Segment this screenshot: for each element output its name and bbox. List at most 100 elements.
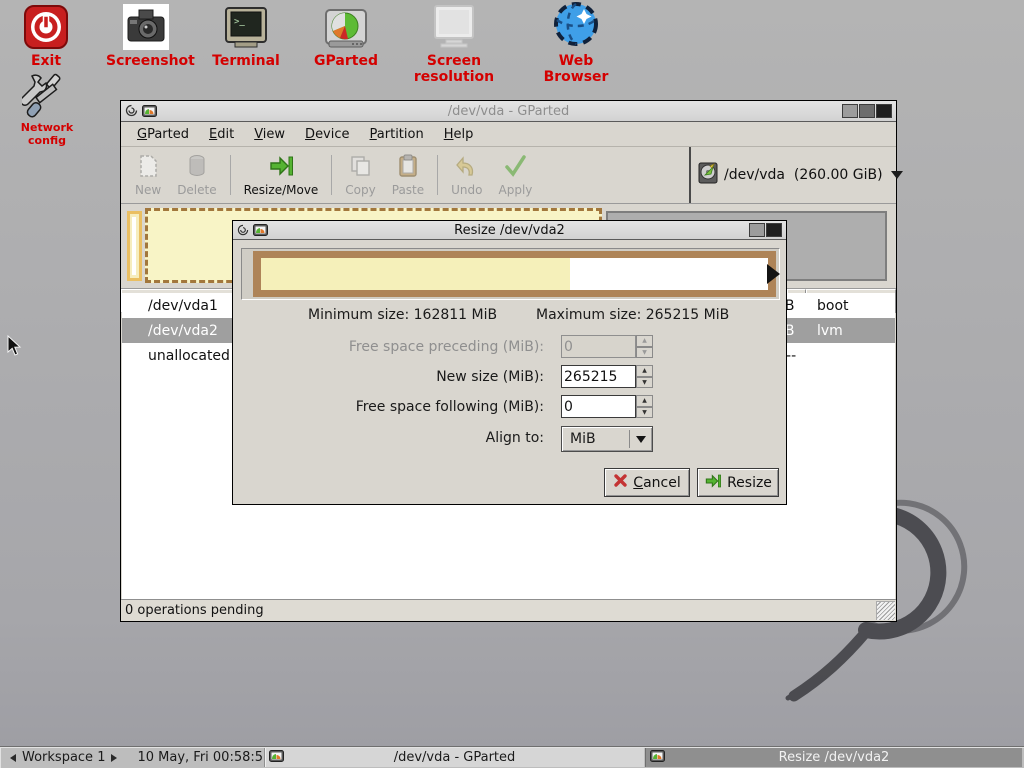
new-button[interactable]: New bbox=[127, 147, 169, 203]
desktop-icon-label: Screen resolution bbox=[388, 53, 520, 85]
desktop-icon-gparted[interactable]: GParted bbox=[308, 2, 384, 69]
paste-button[interactable]: Paste bbox=[384, 147, 432, 203]
free-space-following-row: Free space following (MiB): ▲▼ bbox=[233, 395, 786, 419]
device-path: /dev/vda bbox=[724, 167, 785, 183]
minimize-button[interactable] bbox=[842, 104, 858, 118]
partition-flags: lvm bbox=[807, 323, 895, 339]
align-to-dropdown[interactable]: MiB bbox=[561, 426, 653, 452]
new-size-row: New size (MiB): ▲▼ bbox=[233, 365, 786, 389]
menu-help[interactable]: Help bbox=[434, 123, 484, 146]
undo-icon bbox=[456, 154, 478, 181]
menu-gparted[interactable]: GParted bbox=[127, 123, 199, 146]
resize-button[interactable]: Resize bbox=[697, 468, 779, 497]
toolbar-separator bbox=[331, 155, 332, 195]
chevron-down-icon[interactable] bbox=[891, 171, 903, 185]
resize-label: Resize bbox=[727, 475, 772, 491]
power-icon bbox=[17, 2, 75, 50]
desktop-icon-label: Exit bbox=[17, 53, 75, 69]
resize-move-icon bbox=[268, 154, 294, 181]
apply-button[interactable]: Apply bbox=[491, 147, 541, 203]
resize-grip[interactable] bbox=[876, 601, 895, 620]
toolbar-label: New bbox=[135, 183, 161, 197]
new-size-input[interactable] bbox=[561, 365, 636, 388]
used-space-bar bbox=[261, 258, 570, 290]
cancel-button[interactable]: Cancel bbox=[604, 468, 690, 497]
align-to-value: MiB bbox=[562, 431, 629, 447]
menu-device[interactable]: Device bbox=[295, 123, 359, 146]
toolbar-separator bbox=[230, 155, 231, 195]
device-size: (260.00 GiB) bbox=[794, 167, 883, 183]
desktop-icon-exit[interactable]: Exit bbox=[17, 2, 75, 69]
menu-view[interactable]: View bbox=[244, 123, 295, 146]
delete-button[interactable]: Delete bbox=[169, 147, 224, 203]
dialog-title: Resize /dev/vda2 bbox=[233, 223, 786, 238]
resize-arrow-icon bbox=[704, 473, 722, 493]
resize-dialog: Resize /dev/vda2 Minimum size: 162811 Mi… bbox=[232, 220, 787, 505]
spin-down-icon[interactable]: ▼ bbox=[636, 377, 653, 389]
free-space-following-input[interactable] bbox=[561, 395, 636, 418]
workspace-label[interactable]: Workspace 1 bbox=[22, 750, 105, 765]
clock: 10 May, Fri 00:58:55 bbox=[137, 750, 271, 765]
cancel-label: Cancel bbox=[633, 475, 680, 491]
minimum-size-label: Minimum size: 162811 MiB bbox=[308, 307, 497, 323]
close-button[interactable] bbox=[876, 104, 892, 118]
desktop-icon-label: Web Browser bbox=[524, 53, 628, 85]
gparted-titlebar[interactable]: /dev/vda - GParted bbox=[121, 101, 896, 122]
desktop-icon-label: Terminal bbox=[208, 53, 284, 69]
desktop-icon-screenshot[interactable]: Screenshot bbox=[106, 2, 186, 69]
spin-down-icon[interactable]: ▼ bbox=[636, 407, 653, 419]
new-partition-icon bbox=[137, 154, 159, 181]
resize-handle-icon[interactable] bbox=[767, 264, 780, 284]
spin-up-icon[interactable]: ▲ bbox=[636, 365, 653, 377]
window-menu-icon[interactable] bbox=[125, 102, 138, 121]
free-space-following-label: Free space following (MiB): bbox=[356, 395, 544, 419]
undo-button[interactable]: Undo bbox=[443, 147, 490, 203]
monitor-icon bbox=[388, 2, 520, 50]
combo-separator bbox=[629, 430, 630, 448]
workspace-next-icon[interactable] bbox=[111, 754, 121, 762]
menu-partition[interactable]: Partition bbox=[360, 123, 434, 146]
spin-up-icon[interactable]: ▲ bbox=[636, 335, 653, 347]
task-button-resize-dialog[interactable]: Resize /dev/vda2 bbox=[645, 748, 1022, 767]
dialog-titlebar[interactable]: Resize /dev/vda2 bbox=[233, 221, 786, 240]
toolbar: New Delete Resize/Move Copy Paste Undo A… bbox=[121, 147, 896, 204]
spin-down-icon[interactable]: ▼ bbox=[636, 347, 653, 359]
maximize-button[interactable] bbox=[749, 223, 765, 237]
copy-button[interactable]: Copy bbox=[337, 147, 383, 203]
resize-move-button[interactable]: Resize/Move bbox=[236, 147, 327, 203]
close-button[interactable] bbox=[766, 223, 782, 237]
globe-icon bbox=[524, 2, 628, 50]
device-selector[interactable]: /dev/vda (260.00 GiB) bbox=[689, 147, 896, 203]
toolbar-label: Copy bbox=[345, 183, 375, 197]
resize-slider-frame bbox=[253, 251, 776, 297]
workspace-prev-icon[interactable] bbox=[6, 754, 16, 762]
device-drive-icon bbox=[697, 161, 719, 189]
toolbar-label: Resize/Move bbox=[244, 183, 319, 197]
task-button-gparted[interactable]: /dev/vda - GParted bbox=[264, 748, 644, 767]
desktop-icon-web-browser[interactable]: Web Browser bbox=[524, 2, 628, 85]
menu-edit[interactable]: Edit bbox=[199, 123, 244, 146]
desktop-icon-network-config[interactable]: Network config bbox=[6, 70, 88, 147]
desktop-icon-label: Screenshot bbox=[106, 53, 186, 69]
apply-check-icon bbox=[503, 154, 527, 181]
taskbar: Workspace 1 10 May, Fri 00:58:55 /dev/vd… bbox=[0, 746, 1024, 768]
chevron-down-icon bbox=[636, 436, 646, 448]
desktop-icon-screen-resolution[interactable]: Screen resolution bbox=[388, 2, 520, 85]
svg-text:>_: >_ bbox=[234, 17, 245, 27]
free-space-preceding-label: Free space preceding (MiB): bbox=[349, 335, 544, 359]
spin-up-icon[interactable]: ▲ bbox=[636, 395, 653, 407]
free-space-preceding-input[interactable] bbox=[561, 335, 636, 358]
desktop-icon-terminal[interactable]: >_ Terminal bbox=[208, 2, 284, 69]
window-menu-icon[interactable] bbox=[237, 221, 249, 240]
toolbar-label: Undo bbox=[451, 183, 482, 197]
maximize-button[interactable] bbox=[859, 104, 875, 118]
toolbar-separator bbox=[437, 155, 438, 195]
disk-partition-icon bbox=[308, 2, 384, 50]
paste-icon bbox=[397, 154, 419, 181]
copy-icon bbox=[349, 154, 373, 181]
maximum-size-label: Maximum size: 265215 MiB bbox=[536, 307, 729, 323]
toolbar-label: Apply bbox=[499, 183, 533, 197]
visual-block-vda1[interactable] bbox=[127, 211, 142, 281]
camera-icon bbox=[106, 2, 186, 50]
menubar: GParted Edit View Device Partition Help bbox=[121, 122, 896, 147]
